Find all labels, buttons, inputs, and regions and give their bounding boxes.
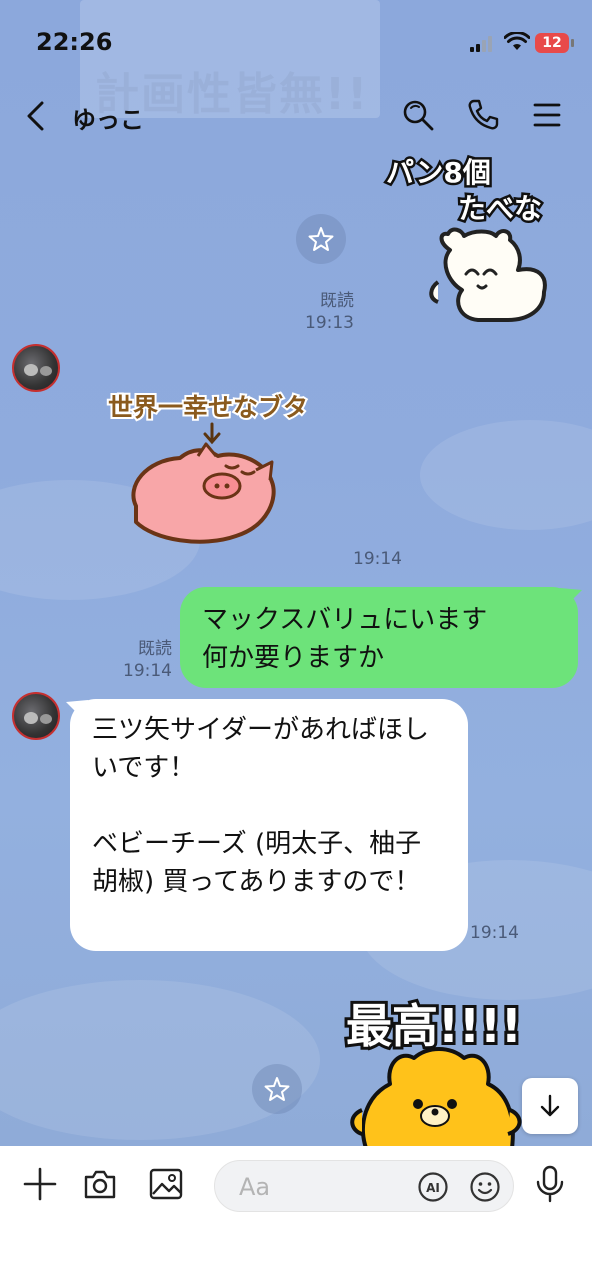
scroll-to-bottom-button[interactable]	[522, 1078, 578, 1134]
sent-message-bubble[interactable]: マックスバリュにいます 何か要りますか	[180, 587, 578, 688]
bg-cloud	[0, 980, 320, 1140]
chat-header: ゆっこ	[0, 86, 592, 146]
contact-name[interactable]: ゆっこ	[72, 100, 144, 135]
ai-label: AI	[426, 1181, 440, 1195]
ai-icon[interactable]: AI	[417, 1171, 449, 1203]
add-button[interactable]	[20, 1164, 60, 1204]
wifi-icon	[504, 32, 530, 50]
message-time: 19:14	[353, 549, 402, 569]
message-time: 19:14	[123, 661, 172, 681]
message-time: 19:14	[470, 923, 519, 943]
contact-avatar[interactable]	[12, 344, 60, 392]
read-receipt: 既読	[138, 639, 172, 659]
sticker-text: 最高!!!!	[346, 999, 522, 1053]
favorite-star-button[interactable]	[252, 1064, 302, 1114]
sticker-bear-saikou[interactable]: 最高!!!!	[340, 984, 550, 1146]
sticker-text: 世界一幸せなブタ	[108, 393, 308, 422]
status-time: 22:26	[36, 28, 113, 56]
star-icon	[264, 1077, 290, 1101]
chat-screen: 計画性皆無!! 22:26 12 ゆっこ 既読 19:13 パン8個 たべな 世…	[0, 0, 592, 1146]
message-meta: 既読 19:13	[290, 290, 354, 334]
bg-cloud	[420, 420, 592, 530]
message-input-bar: AI	[0, 1146, 592, 1280]
image-icon	[149, 1168, 183, 1200]
camera-button[interactable]	[80, 1164, 120, 1204]
battery-cap	[571, 39, 574, 47]
message-input[interactable]	[237, 1169, 411, 1205]
contact-avatar[interactable]	[12, 692, 60, 740]
microphone-icon	[536, 1165, 564, 1203]
sticker-pig[interactable]: 世界一幸せなブタ	[106, 386, 320, 552]
arrow-down-icon	[540, 1094, 560, 1117]
voice-button[interactable]	[530, 1164, 570, 1204]
search-icon[interactable]	[401, 98, 435, 132]
menu-icon[interactable]	[530, 98, 564, 132]
status-bar: 22:26 12	[0, 0, 592, 80]
sticker-bear-pan[interactable]: パン8個 たべな	[378, 150, 562, 330]
message-paragraph: ベビーチーズ (明太子、柚子胡椒) 買ってありますので！	[92, 829, 422, 897]
message-meta: 既読 19:14	[104, 638, 172, 682]
camera-icon	[84, 1170, 116, 1199]
message-line: マックスバリュにいます	[202, 605, 488, 635]
phone-icon[interactable]	[466, 98, 500, 132]
message-time: 19:13	[305, 313, 354, 333]
image-button[interactable]	[146, 1164, 186, 1204]
sticker-text: パン8個	[386, 156, 491, 189]
plus-icon	[23, 1167, 57, 1201]
emoji-icon[interactable]	[469, 1171, 501, 1203]
sticker-text: たべな	[458, 192, 542, 225]
favorite-star-button[interactable]	[296, 214, 346, 264]
message-paragraph: 三ツ矢サイダーがあればほしいです！	[92, 715, 429, 783]
received-message-bubble[interactable]: 三ツ矢サイダーがあればほしいです！ ベビーチーズ (明太子、柚子胡椒) 買ってあ…	[70, 699, 468, 951]
signal-icon	[470, 36, 496, 52]
read-receipt: 既読	[320, 291, 354, 311]
back-chevron-icon[interactable]	[22, 100, 50, 132]
battery-indicator: 12	[535, 33, 569, 53]
star-icon	[308, 227, 334, 251]
message-input-box[interactable]: AI	[214, 1160, 514, 1212]
message-line: 何か要りますか	[202, 643, 385, 673]
